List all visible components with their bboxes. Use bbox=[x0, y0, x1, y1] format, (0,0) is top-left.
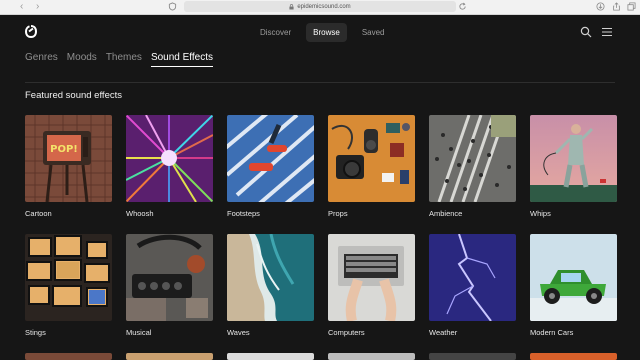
tile-partial[interactable] bbox=[227, 353, 314, 360]
browser-toolbar: ‹ › epidemicsound.com bbox=[0, 0, 640, 15]
tab-genres[interactable]: Genres bbox=[25, 52, 58, 67]
nav-discover[interactable]: Discover bbox=[253, 23, 298, 42]
tile-image bbox=[25, 234, 112, 321]
tile-cartoon[interactable]: POP! Cartoon bbox=[25, 115, 112, 218]
tile-label: Whips bbox=[530, 209, 551, 218]
tile-ambience[interactable]: Ambience bbox=[429, 115, 516, 218]
tile-whoosh[interactable]: Whoosh bbox=[126, 115, 213, 218]
shield-icon bbox=[168, 2, 177, 11]
tile-image bbox=[328, 353, 415, 360]
share-icon[interactable] bbox=[612, 2, 621, 11]
tile-partial[interactable] bbox=[25, 353, 112, 360]
tile-image bbox=[126, 353, 213, 360]
tile-computers[interactable]: Computers bbox=[328, 234, 415, 337]
tile-label: Footsteps bbox=[227, 209, 260, 218]
tile-props[interactable]: Props bbox=[328, 115, 415, 218]
tile-label: Whoosh bbox=[126, 209, 154, 218]
tile-image bbox=[530, 353, 617, 360]
nav-saved[interactable]: Saved bbox=[355, 23, 392, 42]
tile-partial[interactable] bbox=[530, 353, 617, 360]
svg-text:POP!: POP! bbox=[50, 144, 78, 155]
tile-image bbox=[429, 115, 516, 202]
tile-label: Musical bbox=[126, 328, 152, 337]
tile-modern-cars[interactable]: Modern Cars bbox=[530, 234, 617, 337]
tile-partial[interactable] bbox=[429, 353, 516, 360]
tile-label: Modern Cars bbox=[530, 328, 574, 337]
reload-icon[interactable] bbox=[458, 2, 467, 11]
tile-weather[interactable]: Weather bbox=[429, 234, 516, 337]
tile-label: Ambience bbox=[429, 209, 463, 218]
nav-browse[interactable]: Browse bbox=[306, 23, 347, 42]
search-icon[interactable] bbox=[580, 26, 592, 38]
lock-icon bbox=[289, 3, 294, 9]
tile-label: Weather bbox=[429, 328, 458, 337]
tile-image bbox=[227, 353, 314, 360]
tile-image bbox=[227, 115, 314, 202]
tile-whips[interactable]: Whips bbox=[530, 115, 617, 218]
tile-label: Props bbox=[328, 209, 348, 218]
back-icon[interactable]: ‹ bbox=[20, 1, 23, 13]
address-bar[interactable]: epidemicsound.com bbox=[184, 1, 456, 12]
tile-image bbox=[227, 234, 314, 321]
tile-label: Computers bbox=[328, 328, 365, 337]
tile-label: Waves bbox=[227, 328, 250, 337]
forward-icon[interactable]: › bbox=[36, 1, 39, 13]
tile-image bbox=[429, 353, 516, 360]
tile-image bbox=[530, 234, 617, 321]
download-icon[interactable] bbox=[596, 2, 605, 11]
tile-partial[interactable] bbox=[126, 353, 213, 360]
tile-label: Cartoon bbox=[25, 209, 52, 218]
tile-image bbox=[126, 115, 213, 202]
tile-image bbox=[328, 234, 415, 321]
menu-icon[interactable] bbox=[601, 26, 613, 38]
epidemic-logo-icon[interactable] bbox=[25, 25, 37, 38]
tile-partial[interactable] bbox=[328, 353, 415, 360]
tile-image bbox=[126, 234, 213, 321]
tile-image bbox=[530, 115, 617, 202]
tile-image bbox=[328, 115, 415, 202]
main-nav: Discover Browse Saved bbox=[253, 23, 392, 42]
tile-stings[interactable]: Stings bbox=[25, 234, 112, 337]
tile-footsteps[interactable]: Footsteps bbox=[227, 115, 314, 218]
tabs-overview-icon[interactable] bbox=[627, 2, 636, 11]
tile-musical[interactable]: Musical bbox=[126, 234, 213, 337]
tab-sound-effects[interactable]: Sound Effects bbox=[150, 52, 214, 67]
divider bbox=[25, 82, 615, 83]
tile-waves[interactable]: Waves bbox=[227, 234, 314, 337]
tab-themes[interactable]: Themes bbox=[106, 52, 142, 67]
tile-image bbox=[429, 234, 516, 321]
url-text: epidemicsound.com bbox=[297, 3, 351, 10]
site-header: Discover Browse Saved bbox=[0, 15, 640, 49]
tile-image bbox=[25, 353, 112, 360]
tile-image: POP! bbox=[25, 115, 112, 202]
section-title: Featured sound effects bbox=[25, 90, 122, 101]
tile-label: Stings bbox=[25, 328, 46, 337]
tab-moods[interactable]: Moods bbox=[67, 52, 97, 67]
category-tabs: Genres Moods Themes Sound Effects bbox=[25, 52, 222, 67]
